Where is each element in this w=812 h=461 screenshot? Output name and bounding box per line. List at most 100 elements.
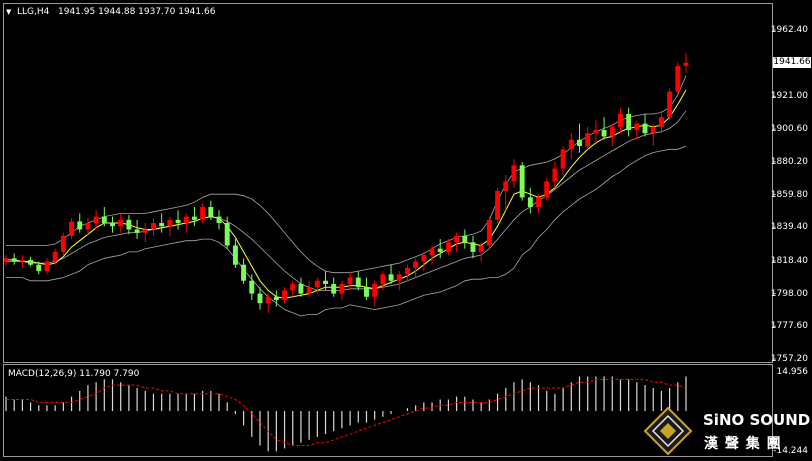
candle-body [560,149,566,169]
bull-candle [183,213,189,233]
price-tick-label: 1757.20 [770,354,808,364]
diamond-emblem-icon [643,406,693,456]
candle-body [675,65,681,92]
candle-body [241,264,247,281]
candle-body [183,216,189,224]
bear-candle [159,213,165,233]
price-panel-border [3,3,773,363]
candle-body [683,62,689,66]
candle-body [60,235,66,252]
bull-candle [429,245,435,265]
bear-candle [437,239,443,259]
bull-candle [667,88,673,121]
candle-body [134,229,140,233]
price-tick-label: 1818.40 [770,255,808,266]
candle-body [118,219,124,227]
bull-candle [585,126,591,150]
candle-body [437,248,443,252]
bull-candle [372,280,378,307]
candle-body [667,91,673,118]
candle-body [478,245,484,252]
bull-candle [404,264,410,281]
bear-candle [388,264,394,284]
bull-candle [454,232,460,252]
candle-body [142,229,148,233]
price-tick-label: 1900.60 [770,124,808,135]
candle-body [642,123,648,134]
bear-candle [355,271,361,291]
candle-body [396,274,402,281]
bear-candle [577,123,582,153]
bull-candle [675,62,681,95]
bull-candle [552,162,558,188]
chart-menu-dropdown-icon[interactable]: ▼ [6,7,11,18]
bear-candle [249,274,255,300]
candle-body [249,280,255,294]
candle-body [421,255,427,262]
candle-body [167,219,173,227]
candle-body [429,248,435,256]
candle-body [372,283,378,297]
candle-body [93,216,99,224]
candle-body [290,283,296,291]
ohlc-readout: 1941.95 1944.88 1937.70 1941.66 [58,7,216,17]
candle-body [216,216,222,224]
candle-body [151,223,156,230]
macd-plot [5,376,687,452]
candle-body [470,242,476,252]
moving-average-line [6,89,687,299]
bull-candle [60,232,66,256]
bull-candle [3,255,9,267]
candle-body [347,277,353,284]
candle-body [618,114,623,127]
bear-candle [298,277,304,297]
candle-body [519,165,525,198]
bull-candle [167,216,173,236]
candle-body [355,277,361,288]
bear-candle [134,219,140,240]
candle-body [380,274,386,284]
bull-candle [486,216,492,249]
candle-body [331,283,337,294]
bear-candle [642,114,648,137]
bull-candle [290,280,296,297]
price-tick-label: 1798.00 [770,288,808,299]
bull-candle [650,123,656,147]
bull-candle [568,133,574,159]
candle-body [544,181,550,198]
candle-body [36,264,42,272]
candle-body [19,259,25,262]
bull-candle [339,280,345,300]
candle-body [11,258,17,262]
candle-body [282,290,288,300]
bear-candle [462,229,468,249]
price-tick-label: 1921.00 [770,91,808,102]
candle-body [52,251,58,262]
candle-body [77,221,83,230]
candle-body [85,223,91,230]
bull-candle [634,120,640,140]
candle-body [495,190,501,220]
bear-candle [527,187,533,214]
macd-max-label: 14.956 [776,367,809,377]
bollinger-lower-line [6,145,687,317]
bull-candle [282,287,288,304]
bull-candle [118,213,124,233]
bull-candle [396,271,402,291]
price-tick-label: 1880.20 [770,156,808,167]
bull-candle [544,178,550,201]
bear-candle [331,277,337,297]
macd-indicator-label: MACD(12,26,9) 11.790 7.790 [8,369,140,379]
bull-candle [200,203,206,224]
candle-body [626,114,632,131]
bear-candle [470,235,476,259]
bull-candle [658,110,664,134]
bull-candle [593,120,599,143]
bear-candle [175,210,181,230]
bear-candle [110,216,115,233]
chart-canvas[interactable] [0,0,812,461]
bull-candle [413,258,419,278]
mt4-chart-window[interactable]: ▼ LLG,H4 1941.95 1944.88 1937.70 1941.66… [0,0,812,461]
candle-body [339,283,345,294]
candle-body [191,216,197,220]
